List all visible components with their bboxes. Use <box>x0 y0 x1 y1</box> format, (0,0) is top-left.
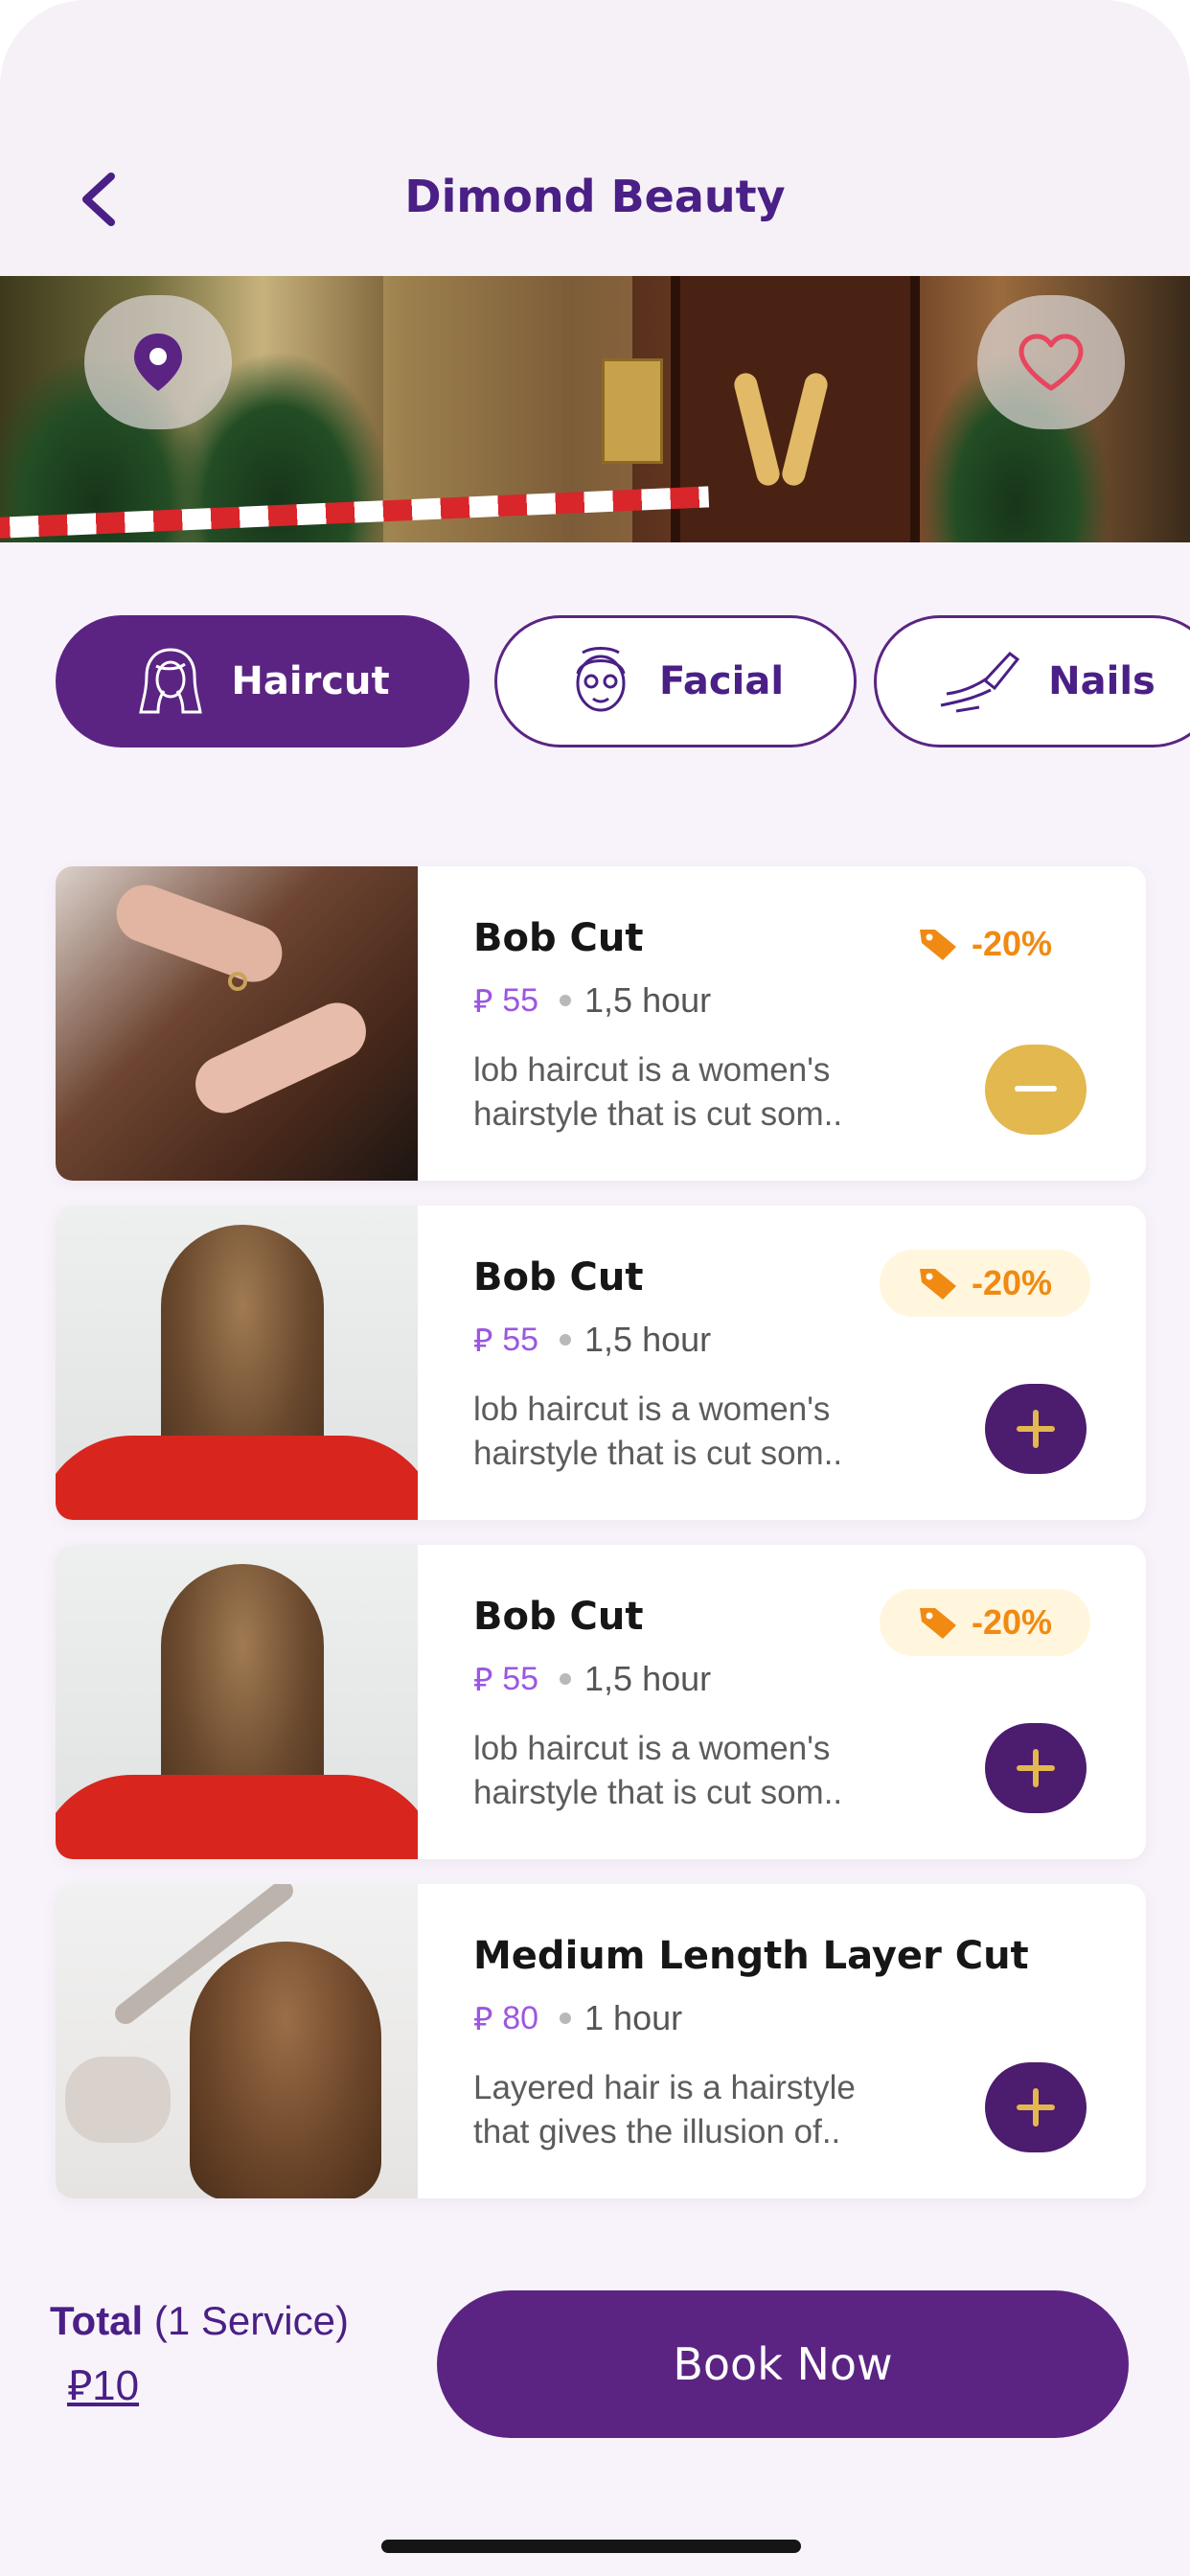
price-tag-icon <box>919 1608 956 1639</box>
minus-icon <box>1015 1086 1057 1092</box>
book-now-button[interactable]: Book Now <box>437 2290 1129 2438</box>
service-image <box>56 1545 418 1859</box>
app-screen: Dimond Beauty Haircut Facial Nails Bob C… <box>0 0 1190 2576</box>
plus-icon <box>1017 1410 1055 1448</box>
separator-dot <box>560 1673 572 1685</box>
service-image <box>56 1206 418 1520</box>
service-name: Bob Cut <box>473 916 644 960</box>
service-duration: 1,5 hour <box>584 1659 712 1698</box>
separator-dot <box>560 2012 572 2024</box>
face-mask-icon <box>576 647 626 712</box>
favorite-button[interactable] <box>977 295 1125 429</box>
service-card[interactable]: Medium Length Layer Cut ⃁ 80 1 hour Laye… <box>56 1884 1146 2198</box>
currency-symbol: ⃁ <box>473 983 493 1020</box>
service-duration: 1 hour <box>584 1998 683 2037</box>
remove-service-button[interactable] <box>985 1045 1087 1135</box>
service-image <box>56 866 418 1181</box>
top-bar: Dimond Beauty <box>0 0 1190 276</box>
service-card[interactable]: Bob Cut -20% ⃁ 55 1,5 hour lob haircut i… <box>56 866 1146 1181</box>
service-meta: ⃁ 55 1,5 hour <box>473 1658 711 1700</box>
service-description: lob haircut is a women's hairstyle that … <box>473 1051 843 1133</box>
service-card[interactable]: Bob Cut -20% ⃁ 55 1,5 hour lob haircut i… <box>56 1545 1146 1859</box>
service-meta: ⃁ 55 1,5 hour <box>473 1319 711 1361</box>
total-label: Total <box>50 2298 144 2343</box>
separator-dot <box>560 1334 572 1346</box>
add-service-button[interactable] <box>985 1723 1087 1813</box>
service-name: Medium Length Layer Cut <box>473 1934 1029 1978</box>
service-description: Layered hair is a hairstyle that gives t… <box>473 2069 856 2150</box>
discount-badge: -20% <box>880 1250 1090 1317</box>
page-title: Dimond Beauty <box>404 171 786 222</box>
service-meta: ⃁ 55 1,5 hour <box>473 979 711 1022</box>
category-chip-nails[interactable]: Nails <box>874 615 1190 748</box>
price-tag-icon <box>919 930 956 960</box>
category-label: Haircut <box>231 659 390 703</box>
price-tag-icon <box>919 1269 956 1300</box>
nail-polish-icon <box>940 651 1020 713</box>
total-summary: Total (1 Service) <box>50 2298 349 2344</box>
service-count: (1 Service) <box>153 2298 349 2343</box>
discount-text: -20% <box>971 924 1053 963</box>
service-duration: 1,5 hour <box>584 980 712 1020</box>
total-amount: ⃁10 <box>67 2362 140 2409</box>
add-service-button[interactable] <box>985 1384 1087 1474</box>
service-image <box>56 1884 418 2198</box>
category-chip-facial[interactable]: Facial <box>494 615 857 748</box>
category-label: Facial <box>658 659 785 703</box>
service-description: lob haircut is a women's hairstyle that … <box>473 1391 843 1472</box>
discount-text: -20% <box>971 1602 1053 1642</box>
discount-badge: -20% <box>880 1589 1090 1656</box>
service-price: 55 <box>502 1660 539 1697</box>
service-duration: 1,5 hour <box>584 1320 712 1359</box>
map-pin-icon <box>134 334 182 391</box>
separator-dot <box>560 995 572 1006</box>
plus-icon <box>1017 2088 1055 2127</box>
add-service-button[interactable] <box>985 2062 1087 2152</box>
hair-icon <box>139 648 203 714</box>
discount-text: -20% <box>971 1263 1053 1302</box>
currency-symbol: ⃁ <box>473 2001 493 2037</box>
service-card[interactable]: Bob Cut -20% ⃁ 55 1,5 hour lob haircut i… <box>56 1206 1146 1520</box>
service-price: 55 <box>502 981 539 1019</box>
category-label: Nails <box>1048 659 1156 703</box>
service-name: Bob Cut <box>473 1595 644 1639</box>
service-description: lob haircut is a women's hairstyle that … <box>473 1730 843 1811</box>
service-price: 80 <box>502 1999 539 2036</box>
category-chip-haircut[interactable]: Haircut <box>56 615 469 748</box>
currency-symbol: ⃁ <box>473 1662 493 1698</box>
home-indicator <box>381 2540 801 2553</box>
service-price: 55 <box>502 1321 539 1358</box>
service-meta: ⃁ 80 1 hour <box>473 1997 682 2039</box>
location-button[interactable] <box>84 295 232 429</box>
discount-badge: -20% <box>880 910 1090 978</box>
service-name: Bob Cut <box>473 1255 644 1300</box>
heart-icon <box>1018 334 1084 391</box>
currency-symbol: ⃁ <box>473 1322 493 1359</box>
plus-icon <box>1017 1749 1055 1787</box>
